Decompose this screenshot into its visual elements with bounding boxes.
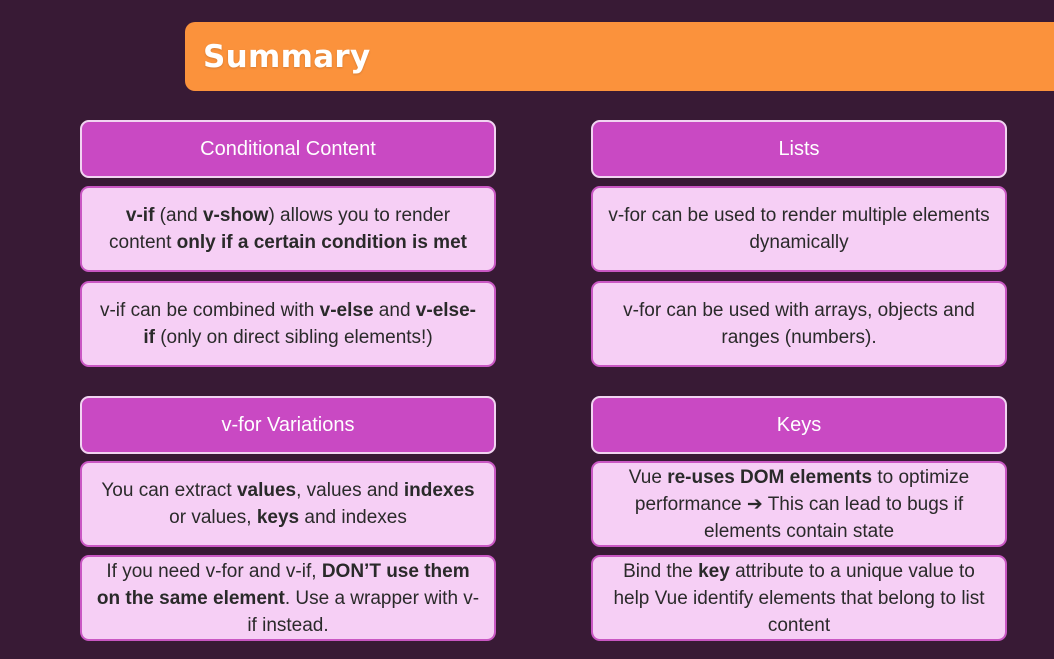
v-else-term: v-else — [319, 300, 374, 321]
text-segment: (only on direct sibling elements!) — [154, 327, 433, 348]
conditional-content-box-2-text: v-if can be combined with v-else and v-e… — [96, 297, 480, 351]
text-segment: v-if can be combined with — [99, 300, 320, 321]
v-if-term: v-if — [125, 205, 155, 226]
v-for-variations-box-2: If you need v-for and v-if, DON’T use th… — [80, 555, 496, 641]
text-segment: , values and — [296, 480, 404, 501]
text-segment: If you need v-for and v-if, — [106, 560, 322, 582]
text-segment: and — [373, 300, 416, 321]
lists-box-2: v-for can be used with arrays, objects a… — [591, 281, 1007, 367]
condition-emphasis: only if a certain condition is met — [176, 232, 467, 253]
keys-heading: Keys — [591, 396, 1007, 454]
lists-box-2-text: v-for can be used with arrays, objects a… — [623, 300, 975, 348]
v-for-variations-box-1: You can extract values, values and index… — [80, 461, 496, 547]
lists-box-1: v-for can be used to render multiple ele… — [591, 186, 1007, 272]
v-for-variations-heading-label: v-for Variations — [221, 413, 355, 436]
keys-term: keys — [256, 507, 300, 528]
text-segment: or values, — [169, 507, 257, 528]
text-segment: (and — [154, 205, 203, 226]
slide-title: Summary — [203, 38, 371, 75]
arrow-right-icon: ➔ — [746, 493, 763, 515]
conditional-content-heading: Conditional Content — [80, 120, 496, 178]
text-segment: Bind the — [623, 560, 699, 582]
keys-box-1: Vue re-uses DOM elements to optimize per… — [591, 461, 1007, 547]
text-segment: Vue — [628, 466, 668, 488]
v-show-term: v-show — [202, 205, 269, 226]
v-for-variations-box-1-text: You can extract values, values and index… — [96, 477, 480, 531]
key-term: key — [698, 560, 730, 582]
title-bar: Summary — [185, 22, 1054, 91]
text-segment: and indexes — [299, 507, 407, 528]
re-uses-dom-emphasis: re-uses DOM elements — [667, 466, 873, 488]
v-for-variations-heading: v-for Variations — [80, 396, 496, 454]
keys-box-2: Bind the key attribute to a unique value… — [591, 555, 1007, 641]
keys-heading-label: Keys — [776, 413, 822, 436]
conditional-content-box-2: v-if can be combined with v-else and v-e… — [80, 281, 496, 367]
lists-heading-label: Lists — [778, 137, 820, 160]
text-segment: You can extract — [101, 480, 237, 501]
conditional-content-box-1-text: v-if (and v-show) allows you to render c… — [96, 202, 480, 256]
values-term: values — [236, 480, 297, 501]
v-for-variations-box-2-text: If you need v-for and v-if, DON’T use th… — [96, 558, 480, 639]
keys-box-1-text: Vue re-uses DOM elements to optimize per… — [607, 464, 991, 545]
lists-heading: Lists — [591, 120, 1007, 178]
indexes-term: indexes — [403, 480, 475, 501]
conditional-content-heading-label: Conditional Content — [200, 137, 376, 160]
conditional-content-box-1: v-if (and v-show) allows you to render c… — [80, 186, 496, 272]
lists-box-1-text: v-for can be used to render multiple ele… — [608, 205, 990, 253]
keys-box-2-text: Bind the key attribute to a unique value… — [607, 558, 991, 639]
